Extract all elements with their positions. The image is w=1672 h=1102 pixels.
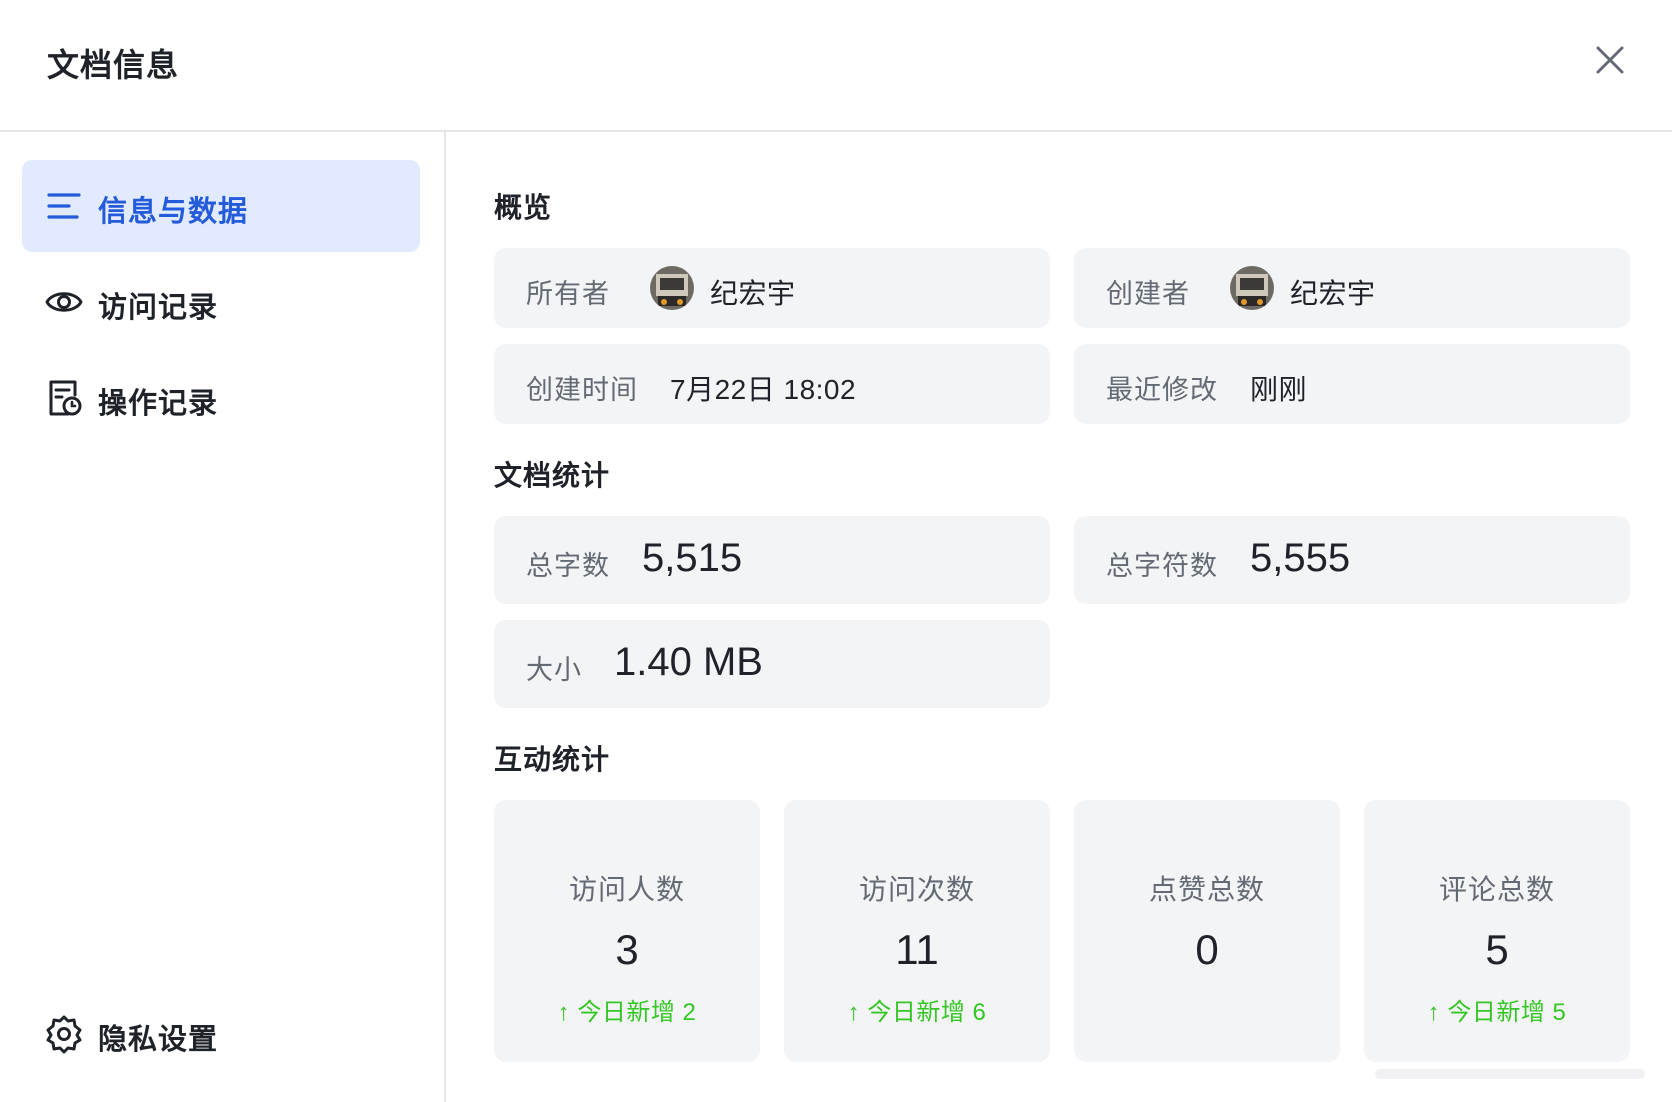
avatar[interactable] (1230, 266, 1274, 310)
gear-icon (44, 1014, 84, 1054)
last-modified-card: 最近修改 刚刚 (1074, 344, 1630, 424)
doc-clock-icon (44, 378, 84, 418)
stat-delta: ↑ 今日新增 5 (1427, 999, 1567, 1026)
sidebar-item-operation-records[interactable]: 操作记录 (22, 352, 420, 444)
stat-card-visitors: 访问人数 3 ↑ 今日新增 2 (494, 800, 760, 1062)
stat-value: 11 (895, 926, 939, 973)
total-chars-card: 总字符数 5,555 (1074, 516, 1630, 604)
owner-label: 所有者 (526, 279, 610, 309)
watermark-artifact (1370, 1052, 1650, 1082)
created-time-value: 7月22日 18:02 (670, 374, 857, 405)
stat-value: 3 (615, 926, 639, 973)
total-words-value: 5,515 (642, 536, 743, 580)
eye-icon (44, 282, 84, 322)
close-icon[interactable] (1590, 40, 1630, 80)
created-time-card: 创建时间 7月22日 18:02 (494, 344, 1050, 424)
stat-label: 访问人数 (568, 874, 685, 905)
stat-value: 0 (1195, 926, 1219, 973)
stat-label: 点赞总数 (1148, 874, 1265, 905)
stat-delta: ↑ 今日新增 2 (557, 999, 697, 1026)
total-words-label: 总字数 (526, 551, 610, 581)
sidebar-item-label: 操作记录 (98, 388, 219, 420)
size-label: 大小 (526, 655, 582, 685)
stat-card-visits: 访问次数 11 ↑ 今日新增 6 (784, 800, 1050, 1062)
creator-card: 创建者 纪宏宇 (1074, 248, 1630, 328)
size-card: 大小 1.40 MB (494, 620, 1050, 708)
total-words-card: 总字数 5,515 (494, 516, 1050, 604)
stat-delta: ↑ 今日新增 6 (847, 999, 987, 1026)
stat-card-likes: 点赞总数 0 (1074, 800, 1340, 1062)
sidebar-item-label: 访问记录 (98, 292, 219, 324)
dialog-header: 文档信息 (0, 0, 1672, 132)
dialog-title: 文档信息 (47, 47, 180, 83)
last-modified-label: 最近修改 (1106, 375, 1218, 405)
list-lines-icon (44, 186, 84, 226)
sidebar-item-privacy-settings[interactable]: 隐私设置 (22, 988, 420, 1080)
creator-name[interactable]: 纪宏宇 (1290, 272, 1376, 312)
stat-value: 5 (1485, 926, 1509, 973)
section-title-doc-stats: 文档统计 (494, 460, 611, 491)
sidebar-item-label: 信息与数据 (98, 196, 249, 228)
total-chars-value: 5,555 (1250, 536, 1351, 580)
total-chars-label: 总字符数 (1106, 551, 1218, 581)
sidebar-item-visit-records[interactable]: 访问记录 (22, 256, 420, 348)
section-title-interaction: 互动统计 (494, 744, 611, 775)
sidebar: 信息与数据 访问记录 操作记录 隐私设置 (0, 132, 446, 1102)
stat-label: 访问次数 (858, 874, 975, 905)
creator-label: 创建者 (1106, 279, 1190, 309)
stat-label: 评论总数 (1438, 874, 1555, 905)
size-value: 1.40 MB (614, 640, 763, 684)
stat-card-comments: 评论总数 5 ↑ 今日新增 5 (1364, 800, 1630, 1062)
sidebar-item-info-data[interactable]: 信息与数据 (22, 160, 420, 252)
owner-card: 所有者 纪宏宇 (494, 248, 1050, 328)
created-time-label: 创建时间 (526, 375, 638, 405)
owner-name[interactable]: 纪宏宇 (710, 272, 796, 312)
sidebar-item-label: 隐私设置 (98, 1024, 219, 1056)
avatar[interactable] (650, 266, 694, 310)
main-content: 概览 所有者 纪宏宇 创建者 纪宏宇 创建时间 7月22日 18:02 最近修改… (446, 132, 1672, 1102)
section-title-overview: 概览 (494, 192, 553, 223)
last-modified-value: 刚刚 (1250, 374, 1308, 405)
